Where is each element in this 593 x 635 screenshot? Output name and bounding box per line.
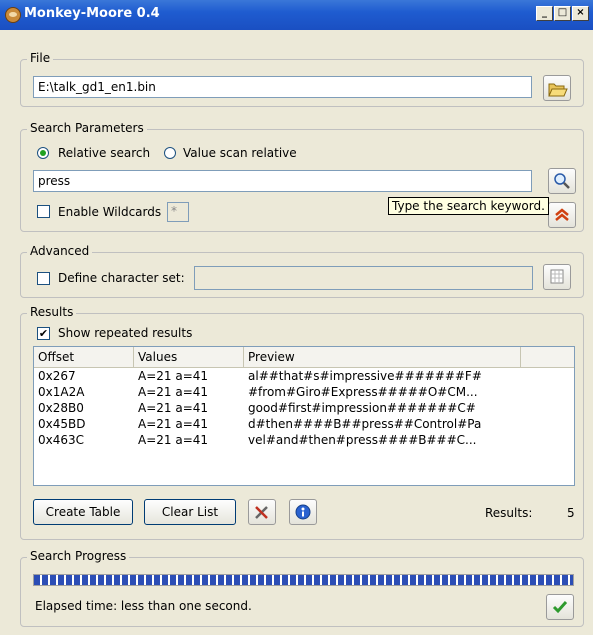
table-row[interactable]: 0x463C A=21 a=41 vel#and#then#press####B… — [34, 432, 574, 448]
search-button[interactable] — [548, 168, 576, 194]
help-button[interactable] — [289, 499, 317, 525]
results-table-header: Offset Values Preview — [34, 347, 574, 368]
enable-wildcards-checkbox[interactable] — [37, 205, 50, 218]
charset-button[interactable] — [543, 264, 571, 290]
elapsed-time-label: Elapsed time: less than one second. — [35, 599, 252, 613]
magnifier-icon — [554, 173, 570, 189]
column-preview[interactable]: Preview — [244, 347, 521, 367]
values-cell: A=21 a=41 — [138, 417, 209, 431]
double-chevron-up-icon — [555, 208, 569, 221]
file-path-input[interactable]: E:\talk_gd1_en1.bin — [33, 76, 532, 98]
preview-cell: #from#Giro#Express#####O#CM... — [248, 385, 478, 399]
relative-search-radio[interactable] — [37, 147, 49, 159]
column-extra[interactable] — [521, 347, 574, 367]
offset-cell: 0x463C — [38, 433, 85, 447]
grid-icon — [550, 269, 564, 284]
results-table[interactable]: Offset Values Preview 0x267 A=21 a=41 al… — [33, 346, 575, 486]
search-keyword-tooltip: Type the search keyword. — [388, 197, 549, 215]
search-progress-legend: Search Progress — [27, 549, 130, 563]
progress-fill — [34, 575, 573, 585]
preview-cell: vel#and#then#press####B###C... — [248, 433, 477, 447]
search-keyword-input[interactable]: press — [33, 170, 532, 192]
values-cell: A=21 a=41 — [138, 369, 209, 383]
offset-cell: 0x267 — [38, 369, 76, 383]
relative-search-label: Relative search — [58, 146, 151, 160]
offset-cell: 0x28B0 — [38, 401, 84, 415]
define-charset-label: Define character set: — [58, 271, 185, 285]
file-legend: File — [27, 51, 54, 65]
folder-open-icon — [548, 83, 568, 97]
results-legend: Results — [27, 305, 77, 319]
table-row[interactable]: 0x267 A=21 a=41 al##that#s#impressive###… — [34, 368, 574, 384]
toggle-advanced-button[interactable] — [548, 202, 576, 228]
close-button[interactable]: × — [572, 6, 589, 21]
minimize-button[interactable]: _ — [536, 6, 553, 21]
tools-icon — [255, 506, 268, 519]
column-offset[interactable]: Offset — [34, 347, 134, 367]
search-progress-bar — [33, 574, 574, 586]
advanced-legend: Advanced — [27, 244, 93, 258]
title-bar[interactable]: Monkey-Moore 0.4 _ □ × — [0, 0, 593, 30]
show-repeated-label: Show repeated results — [58, 326, 193, 340]
maximize-button[interactable]: □ — [554, 6, 571, 21]
done-button[interactable] — [546, 594, 574, 620]
results-count: 5 — [567, 506, 575, 520]
column-values[interactable]: Values — [134, 347, 244, 367]
table-row[interactable]: 0x45BD A=21 a=41 d#then####B##press##Con… — [34, 416, 574, 432]
value-scan-radio[interactable] — [164, 147, 176, 159]
enable-wildcards-label: Enable Wildcards — [58, 205, 162, 219]
show-repeated-checkbox[interactable]: ✔ — [37, 327, 50, 340]
wildcard-char-input[interactable]: * — [167, 202, 189, 222]
preview-cell: al##that#s#impressive#######F# — [248, 369, 482, 383]
open-file-button[interactable] — [543, 75, 571, 101]
values-cell: A=21 a=41 — [138, 401, 209, 415]
offset-cell: 0x1A2A — [38, 385, 85, 399]
value-scan-label: Value scan relative — [183, 146, 297, 160]
offset-cell: 0x45BD — [38, 417, 86, 431]
preview-cell: d#then####B##press##Control#Pa — [248, 417, 482, 431]
values-cell: A=21 a=41 — [138, 433, 209, 447]
help-icon — [295, 504, 311, 520]
checkmark-icon — [552, 601, 568, 614]
results-count-label: Results: — [485, 506, 533, 520]
search-parameters-legend: Search Parameters — [27, 121, 147, 135]
values-cell: A=21 a=41 — [138, 385, 209, 399]
define-charset-checkbox[interactable] — [37, 272, 50, 285]
charset-input[interactable] — [194, 266, 533, 290]
search-progress-group: Search Progress — [20, 549, 584, 627]
preview-cell: good#first#impression#######C# — [248, 401, 476, 415]
table-row[interactable]: 0x1A2A A=21 a=41 #from#Giro#Express#####… — [34, 384, 574, 400]
window-title: Monkey-Moore 0.4 — [24, 6, 160, 21]
table-row[interactable]: 0x28B0 A=21 a=41 good#first#impression##… — [34, 400, 574, 416]
clear-list-button[interactable]: Clear List — [144, 499, 236, 525]
create-table-button[interactable]: Create Table — [33, 499, 133, 525]
monkey-app-icon — [5, 7, 21, 23]
tools-button[interactable] — [248, 499, 276, 525]
